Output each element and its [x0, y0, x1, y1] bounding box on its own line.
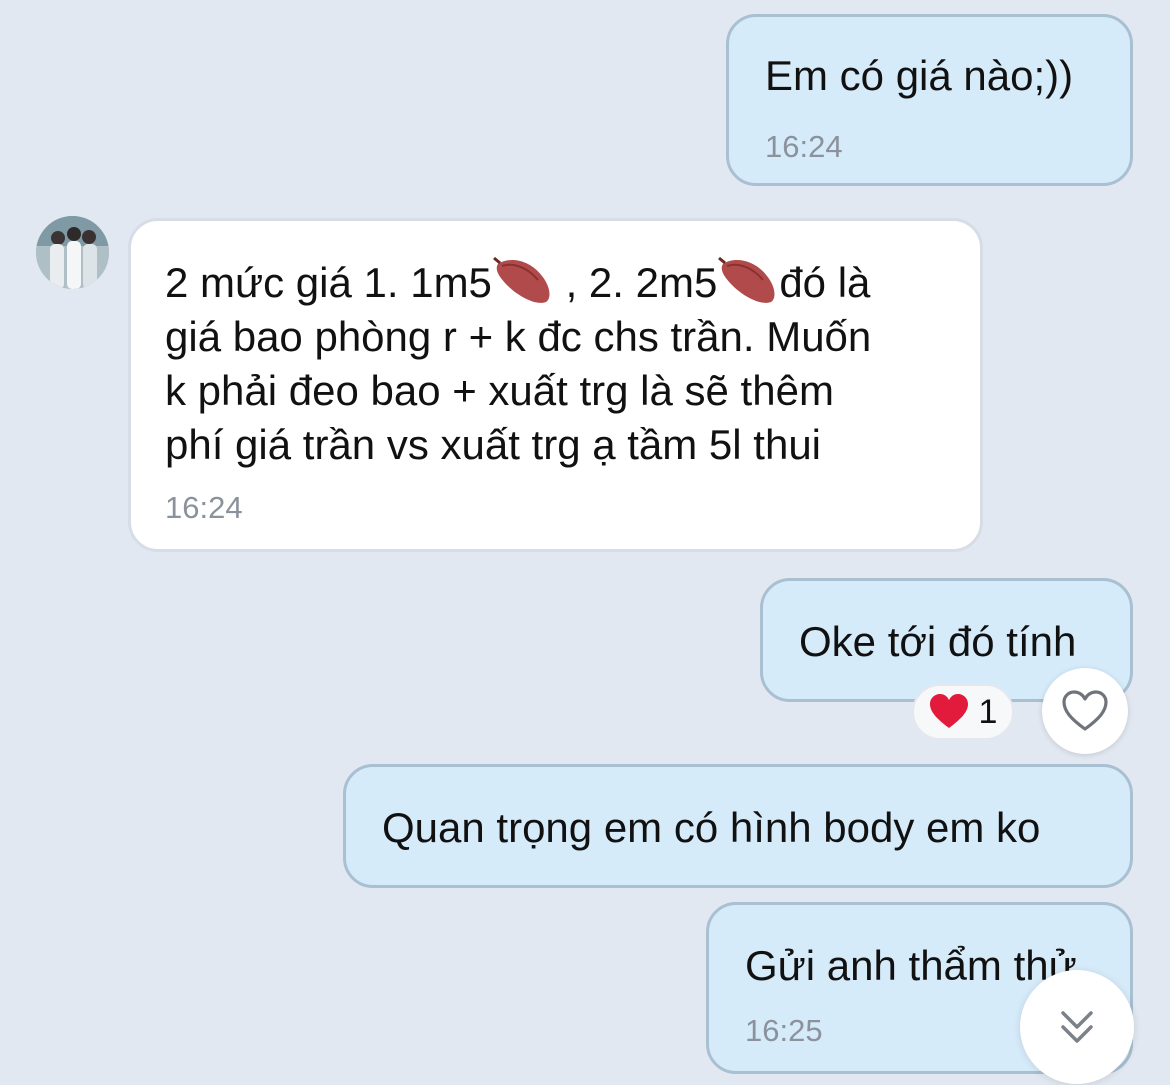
- sweet-potato-icon: [718, 256, 775, 303]
- message-time: 16:24: [165, 490, 243, 525]
- message-text-segment: đó là: [779, 259, 871, 306]
- message-bubble-outgoing[interactable]: Quan trọng em có hình body em ko: [343, 764, 1133, 888]
- message-line: phí giá trần vs xuất trg ạ tầm 5l thui: [165, 421, 822, 468]
- chat-area[interactable]: Em có giá nào;)) 16:24 2 mức giá 1. 1m5 …: [0, 0, 1170, 1085]
- scroll-to-bottom-button[interactable]: [1020, 970, 1134, 1084]
- sweet-potato-icon: [492, 256, 550, 303]
- reaction-count: 1: [978, 692, 998, 731]
- message-text: Em có giá nào;)): [765, 52, 1074, 99]
- double-chevron-down-icon: [1061, 1011, 1093, 1043]
- heart-outline-icon: [1062, 690, 1108, 731]
- avatar[interactable]: [36, 216, 109, 289]
- message-text-segment: , 2. 2m5: [553, 259, 718, 306]
- reaction-badge[interactable]: 1: [912, 684, 1014, 740]
- message-time: 16:24: [765, 129, 843, 164]
- message-text: Oke tới đó tính: [799, 618, 1077, 665]
- message-text-segment: 2 mức giá 1. 1m5: [165, 259, 492, 306]
- avatar-image: [36, 216, 109, 289]
- red-heart-icon: [929, 694, 968, 728]
- message-line: k phải đeo bao + xuất trg là sẽ thêm: [165, 367, 834, 414]
- message-bubble-incoming[interactable]: 2 mức giá 1. 1m5 , 2. 2m5 đó là giá bao p…: [128, 218, 983, 552]
- message-text: Quan trọng em có hình body em ko: [382, 804, 1041, 851]
- add-reaction-button[interactable]: [1042, 668, 1128, 754]
- message-bubble-outgoing[interactable]: Em có giá nào;)) 16:24: [726, 14, 1133, 186]
- message-line: giá bao phòng r + k đc chs trần. Muốn: [165, 313, 872, 360]
- message-line: 2 mức giá 1. 1m5 , 2. 2m5 đó là: [165, 256, 946, 310]
